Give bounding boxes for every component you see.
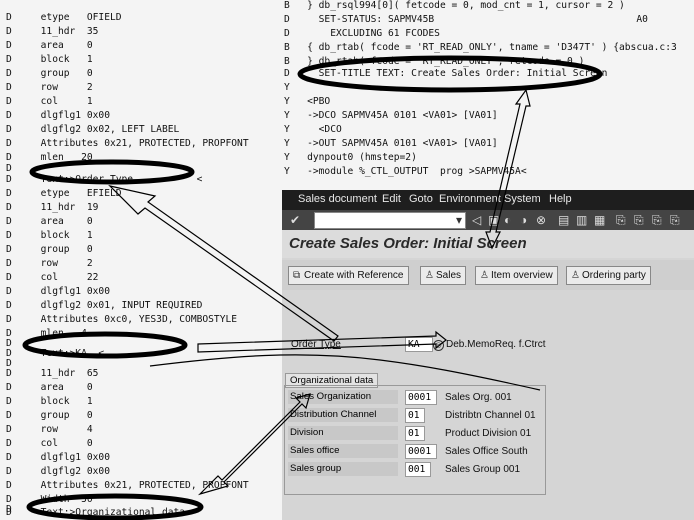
highlight-ellipse	[22, 331, 188, 359]
arrow	[485, 88, 531, 250]
arrow	[197, 330, 447, 353]
highlight-ellipse	[29, 159, 195, 185]
connector-curve	[149, 354, 541, 391]
annotation-overlay	[22, 55, 603, 520]
arrow	[197, 393, 311, 496]
highlight-ellipse	[26, 493, 204, 520]
highlight-ellipse	[297, 55, 603, 93]
arrow	[108, 184, 339, 342]
